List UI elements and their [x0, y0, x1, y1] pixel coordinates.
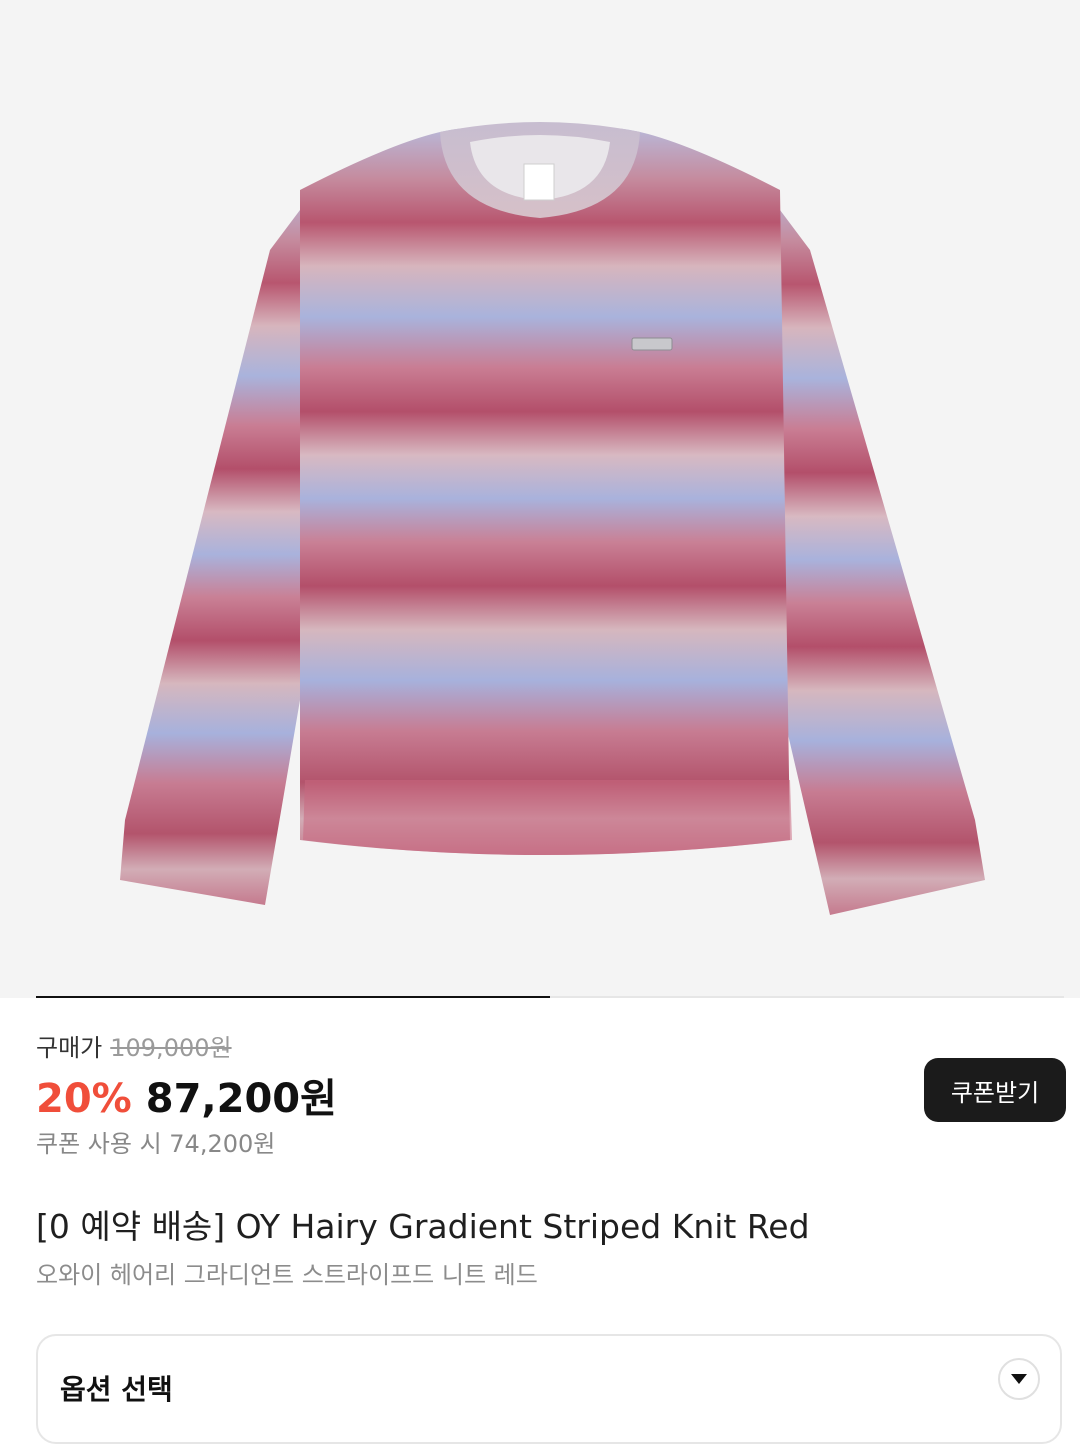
sale-price: 87,200원 [145, 1076, 337, 1122]
product-image[interactable] [0, 0, 1080, 998]
price-label: 구매가 [36, 1034, 103, 1062]
option-label: 옵션 선택 [60, 1373, 173, 1406]
coupon-button[interactable]: 쿠폰받기 [924, 1058, 1066, 1122]
gallery-progress [36, 996, 1064, 998]
chevron-down-icon[interactable] [998, 1358, 1040, 1400]
product-title: [0 예약 배송] OY Hairy Gradient Striped Knit… [36, 1207, 810, 1246]
discount-rate: 20% [36, 1076, 132, 1122]
sweater-image [120, 122, 985, 915]
gallery-progress-fill [36, 996, 550, 998]
option-select[interactable]: 옵션 선택 [36, 1334, 1062, 1444]
price-row: 20% 87,200원 [36, 1066, 337, 1124]
coupon-price: 쿠폰 사용 시 74,200원 [36, 1130, 276, 1158]
original-price: 109,000원 [110, 1034, 232, 1062]
price-label-row: 구매가 109,000원 [36, 1028, 232, 1063]
product-subtitle: 오와이 헤어리 그라디언트 스트라이프드 니트 레드 [36, 1261, 538, 1289]
